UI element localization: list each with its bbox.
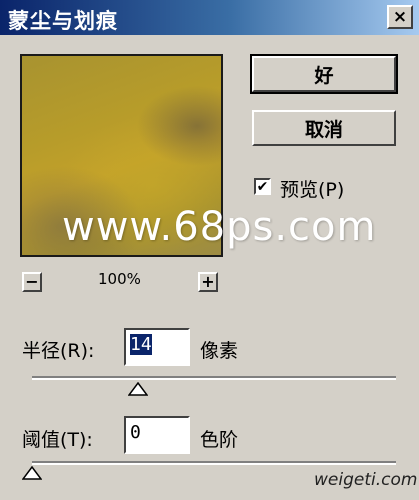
preview-checkbox[interactable]: ✔ [254, 178, 271, 195]
plus-icon: + [201, 272, 215, 291]
preview-label: 预览(P) [280, 179, 345, 201]
radius-label: 半径(R): [22, 340, 95, 362]
radius-slider-thumb[interactable] [127, 382, 148, 396]
zoom-out-button[interactable]: − [22, 272, 42, 292]
radius-slider-track[interactable] [32, 376, 396, 380]
radius-value: 14 [130, 334, 152, 355]
radius-unit: 像素 [200, 340, 239, 362]
site-watermark: weigeti.com [314, 470, 418, 490]
watermark-text: www.68ps.com [62, 204, 377, 250]
threshold-label: 阈值(T): [22, 429, 93, 451]
close-button[interactable]: × [387, 5, 413, 29]
threshold-slider-track[interactable] [32, 461, 396, 465]
threshold-input[interactable]: 0 [124, 416, 190, 454]
cancel-button[interactable]: 取消 [252, 110, 396, 146]
threshold-slider-thumb[interactable] [22, 466, 42, 480]
minus-icon: − [25, 272, 39, 291]
dialog-title: 蒙尘与划痕 [8, 9, 118, 33]
zoom-level: 100% [98, 270, 141, 288]
ok-button[interactable]: 好 [250, 54, 398, 94]
radius-input[interactable]: 14 [124, 328, 190, 366]
threshold-value: 0 [130, 422, 141, 443]
zoom-in-button[interactable]: + [198, 272, 218, 292]
close-icon: × [392, 7, 408, 27]
check-icon: ✔ [256, 178, 269, 195]
threshold-unit: 色阶 [200, 429, 239, 451]
title-bar: 蒙尘与划痕 × [0, 0, 419, 35]
